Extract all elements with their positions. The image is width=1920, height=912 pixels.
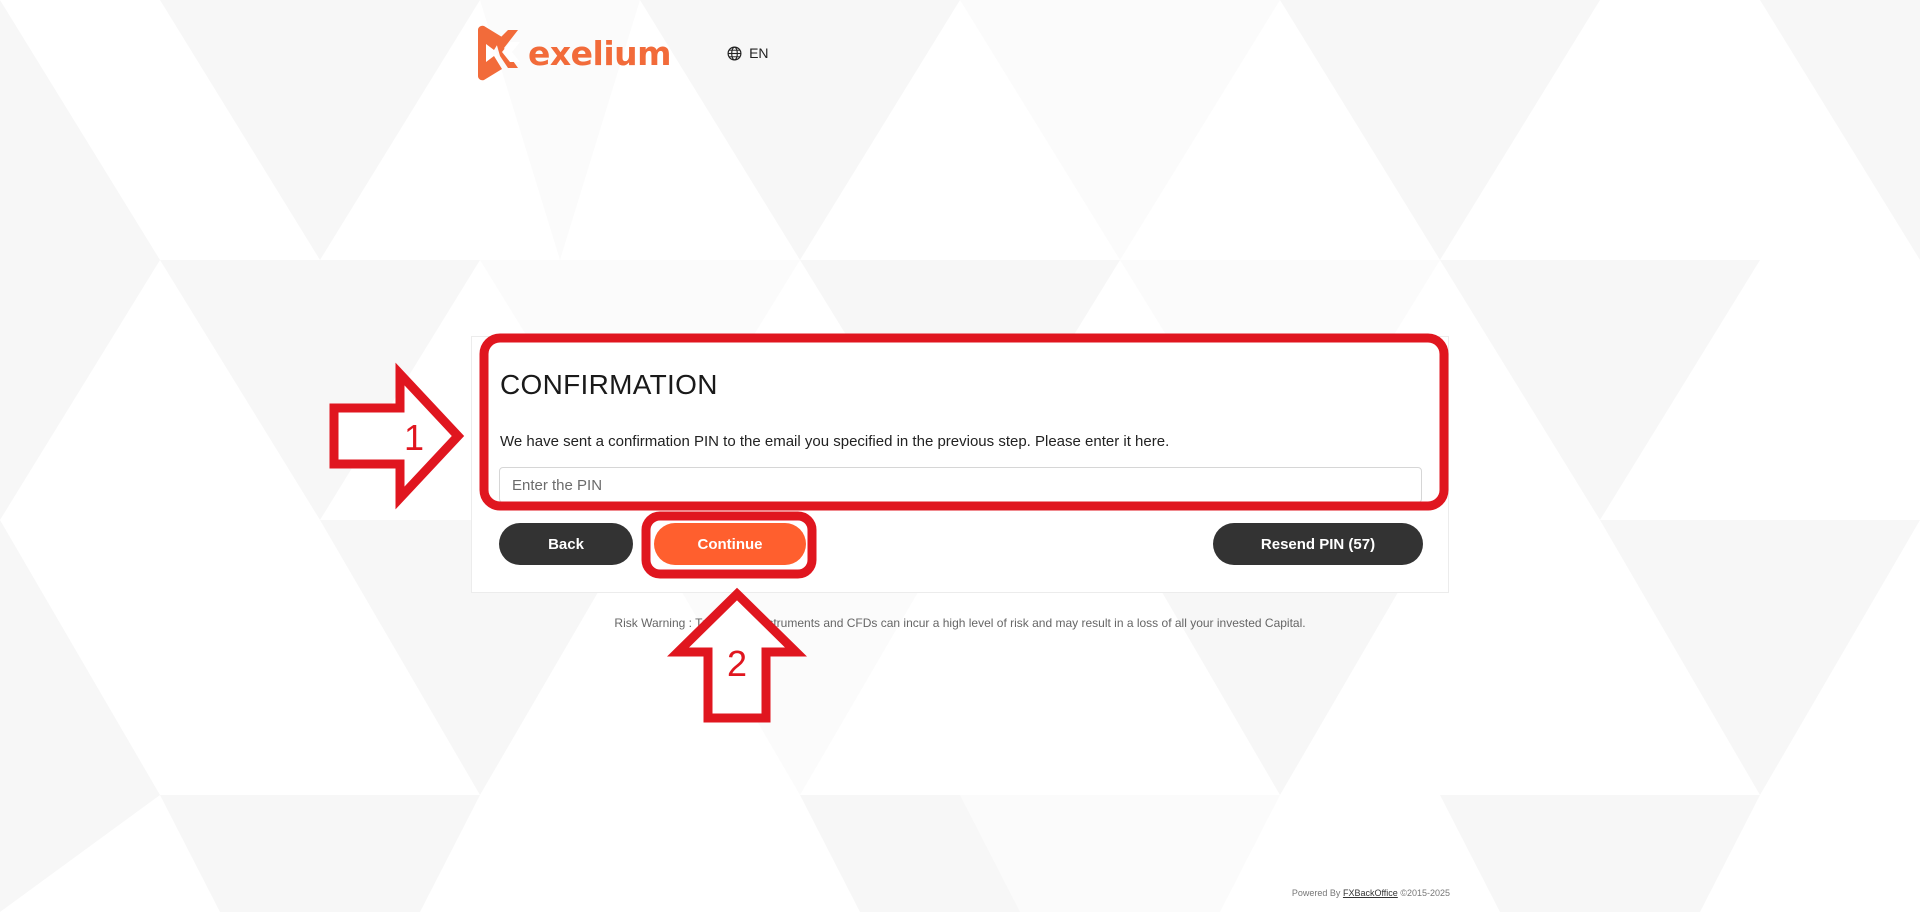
copyright-text: ©2015-2025 (1400, 888, 1450, 898)
fxbackoffice-link[interactable]: FXBackOffice (1343, 888, 1398, 898)
brand-name: exelium (528, 33, 672, 73)
continue-button[interactable]: Continue (654, 523, 806, 565)
globe-icon (727, 46, 742, 60)
footer: Powered By FXBackOffice ©2015-2025 (1292, 888, 1450, 898)
confirmation-card: CONFIRMATION We have sent a confirmation… (471, 336, 1449, 593)
resend-pin-button[interactable]: Resend PIN (57) (1213, 523, 1423, 565)
pin-input[interactable] (499, 467, 1422, 503)
brand-logo[interactable]: exelium (472, 24, 672, 82)
exelium-logo-icon (478, 25, 520, 81)
page-title: CONFIRMATION (500, 369, 718, 400)
powered-by-label: Powered By (1291, 888, 1341, 898)
language-selector[interactable]: EN (727, 45, 769, 61)
language-code: EN (749, 45, 769, 61)
risk-warning: Risk Warning : Trading FX Instruments an… (614, 616, 1306, 630)
back-button[interactable]: Back (499, 523, 633, 565)
confirmation-message: We have sent a confirmation PIN to the e… (500, 433, 1170, 450)
header: exelium EN (472, 24, 769, 82)
